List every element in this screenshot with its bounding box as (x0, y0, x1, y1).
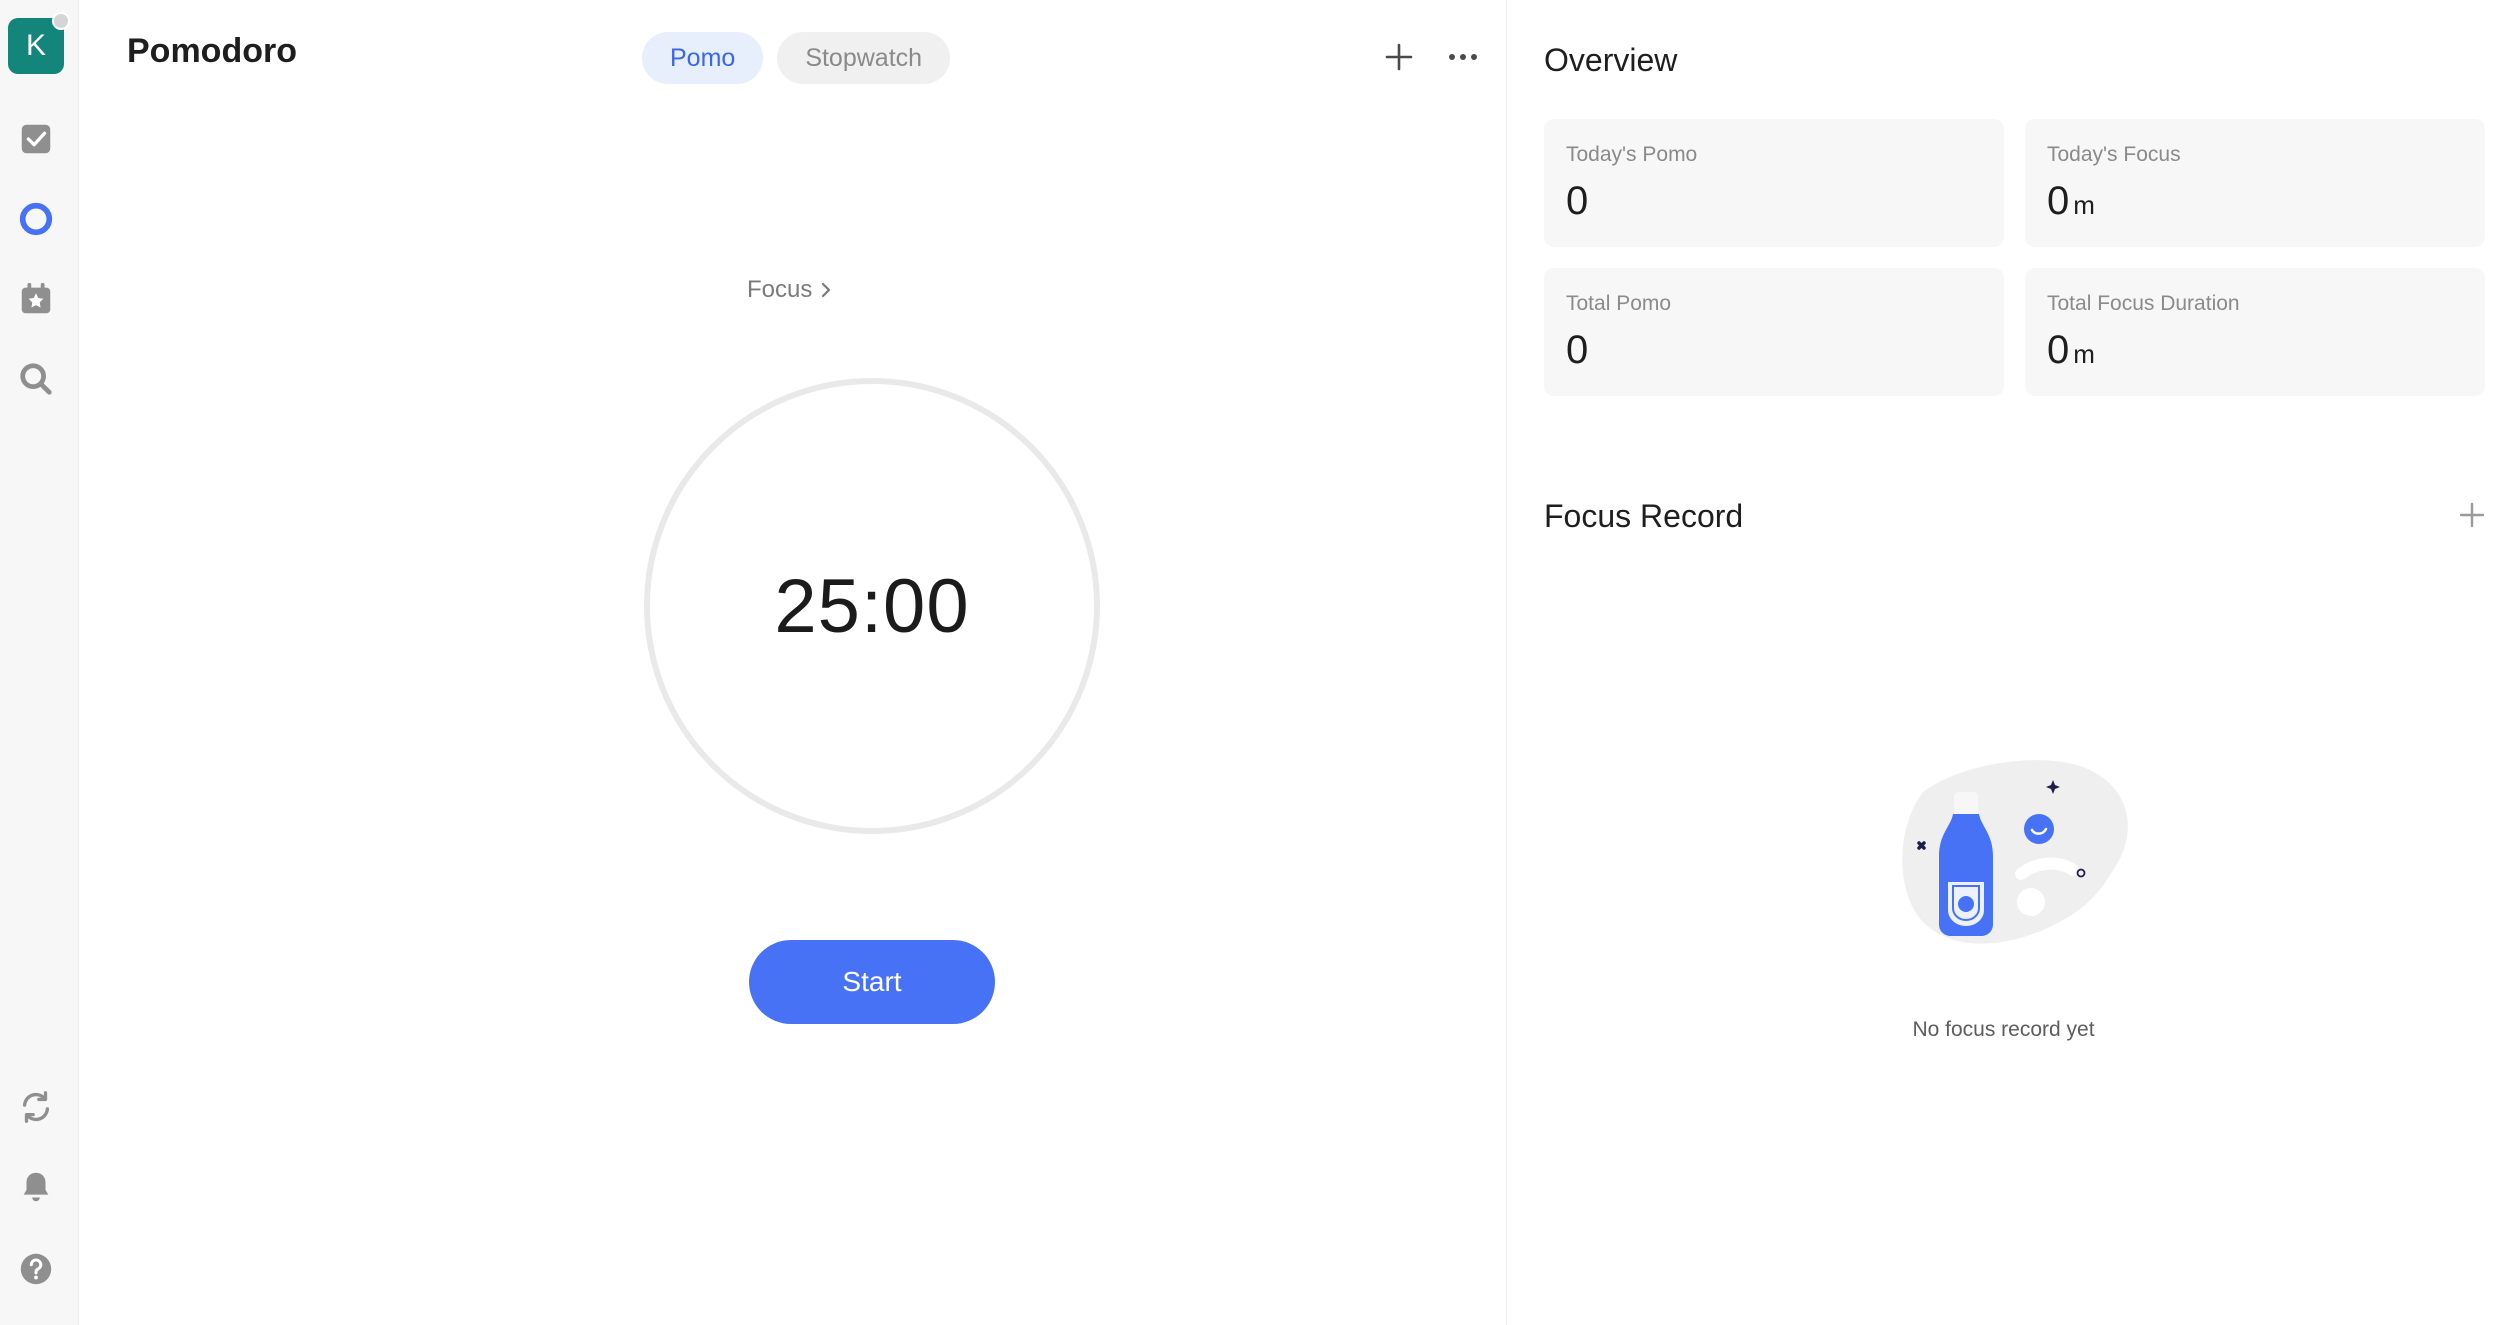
more-icon[interactable] (1444, 38, 1482, 76)
help-icon[interactable] (15, 1248, 57, 1290)
add-icon[interactable] (1380, 38, 1418, 76)
stat-label: Total Focus Duration (2047, 292, 2240, 315)
stat-label: Today's Focus (2047, 143, 2181, 166)
chevron-right-icon (822, 282, 831, 298)
pomodoro-pane: Pomodoro Pomo Stopwatch Focus 25:00 Star… (79, 0, 1506, 1325)
empty-state-text: No focus record yet (1912, 1018, 2095, 1041)
stat-card-total-pomo: Total Pomo 0 (1544, 268, 2004, 396)
stat-label: Today's Pomo (1566, 143, 1698, 166)
notification-bell-icon[interactable] (15, 1166, 57, 1208)
avatar[interactable]: K (8, 12, 70, 74)
sync-icon[interactable] (15, 1086, 57, 1128)
tab-stopwatch[interactable]: Stopwatch (777, 32, 951, 84)
header-actions (1380, 38, 1482, 76)
start-button[interactable]: Start (749, 940, 995, 1024)
habit-calendar-icon[interactable] (15, 278, 57, 320)
mode-switch: Pomo Stopwatch (642, 32, 951, 84)
stat-card-todays-pomo: Today's Pomo 0 (1544, 119, 2004, 247)
tasks-icon[interactable] (15, 118, 57, 160)
timer-display: 25:00 (774, 563, 970, 649)
stat-value: 0m (2047, 328, 2095, 372)
page-title: Pomodoro (127, 32, 297, 70)
avatar-badge (52, 12, 70, 30)
focus-mode-selector[interactable]: Focus (747, 276, 832, 304)
focus-record-title: Focus Record (1544, 498, 1744, 534)
focus-mode-label: Focus (747, 276, 813, 303)
overview-pane: Overview Today's Pomo 0 Today's Focus 0m… (1507, 0, 2500, 1325)
stat-card-todays-focus: Today's Focus 0m (2025, 119, 2485, 247)
sidebar-rail: K (0, 0, 79, 1325)
tab-pomo[interactable]: Pomo (642, 32, 764, 84)
stat-value: 0 (1566, 328, 1589, 372)
pomodoro-icon[interactable] (15, 198, 57, 240)
stat-value: 0 (1566, 179, 1589, 223)
stat-card-total-focus-duration: Total Focus Duration 0m (2025, 268, 2485, 396)
add-record-icon[interactable] (2454, 497, 2490, 533)
empty-state-illustration (1902, 760, 2128, 944)
stat-value: 0m (2047, 179, 2095, 223)
avatar-letter: K (25, 29, 46, 62)
search-icon[interactable] (15, 358, 57, 400)
stat-label: Total Pomo (1566, 292, 1672, 315)
overview-title: Overview (1544, 42, 1678, 78)
